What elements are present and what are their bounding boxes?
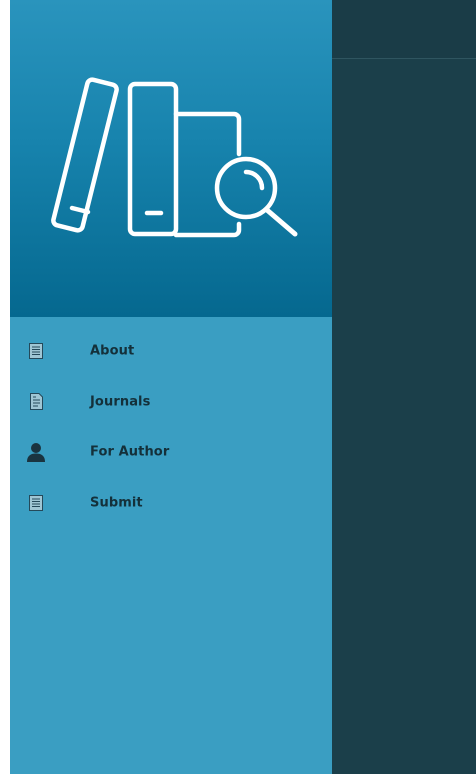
menu-item-label: Journals xyxy=(90,394,151,410)
person-icon xyxy=(26,442,46,463)
navigation-drawer: About Journals For Author Submit xyxy=(10,0,332,774)
app-screen: About Journals For Author Submit xyxy=(0,0,476,780)
menu-item-label: Submit xyxy=(90,495,143,511)
books-search-icon xyxy=(51,77,298,238)
menu-item-journals[interactable]: Journals xyxy=(10,377,332,428)
journal-icon xyxy=(26,392,46,412)
document-icon xyxy=(26,493,46,513)
bottom-strip xyxy=(0,774,476,780)
menu-item-submit[interactable]: Submit xyxy=(10,478,332,529)
app-bar xyxy=(332,0,476,59)
menu-item-about[interactable]: About xyxy=(10,326,332,377)
menu-item-for-author[interactable]: For Author xyxy=(10,427,332,478)
drawer-edge xyxy=(0,0,10,774)
menu-item-label: For Author xyxy=(90,444,170,460)
drawer-menu: About Journals For Author Submit xyxy=(10,326,332,528)
drawer-header xyxy=(10,0,332,317)
document-icon xyxy=(26,341,46,361)
menu-item-label: About xyxy=(90,343,135,359)
